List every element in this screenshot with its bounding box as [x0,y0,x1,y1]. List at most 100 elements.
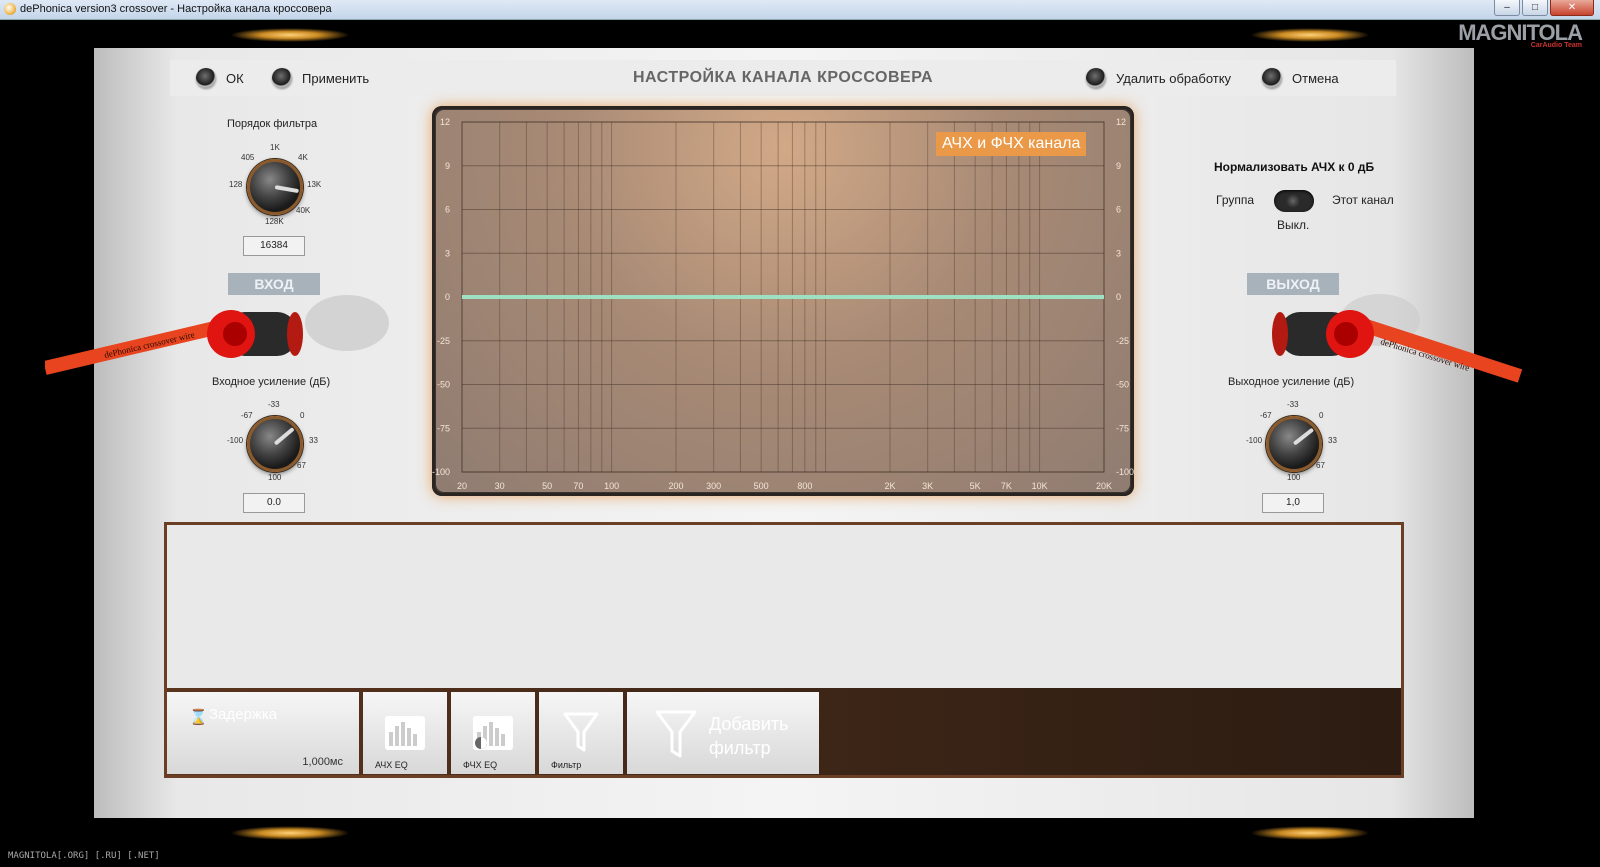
title-bar: dePhonica version3 crossover - Настройка… [0,0,1600,20]
filter-order-tick: 128K [265,217,284,226]
input-gain-value[interactable]: 0.0 [243,493,305,513]
delay-value: 1,000мс [302,756,343,768]
filter-order-tick: 40K [296,206,311,215]
x-tick-label: 50 [542,481,552,491]
filter-order-tick: 1K [270,143,280,152]
bottom-left-glow [230,826,350,840]
input-gain-tick: -100 [227,436,244,445]
normalize-group-label: Группа [1216,193,1255,207]
input-gain-tick: 100 [268,473,282,482]
y-tick-label: 3 [445,248,450,258]
hourglass-icon: ⌛ [189,709,208,726]
filter-order-tick: 405 [241,153,255,162]
top-right-glow [1250,28,1370,42]
filter-order-tick: 13K [307,180,322,189]
x-tick-label: 30 [495,481,505,491]
x-tick-label: 70 [573,481,583,491]
x-tick-label: 300 [706,481,721,491]
output-gain-tick: -33 [1287,400,1299,409]
freq-eq-slot[interactable]: АЧХ EQ [363,692,447,774]
knob-pointer [274,185,299,194]
cancel-button[interactable]: Отмена [1262,65,1339,91]
y-tick-label: 6 [445,205,450,215]
dialog-panel: ОК Применить НАСТРОЙКА КАНАЛА КРОССОВЕРА… [94,48,1474,818]
top-left-glow [230,28,350,42]
normalize-title: Нормализовать АЧХ к 0 дБ [1214,160,1375,174]
filter-order-tick: 4K [298,153,308,162]
app-icon [4,3,16,15]
graph-badge: АЧХ и ФЧХ канала [936,132,1087,156]
output-gain-tick: 100 [1287,473,1301,482]
normalize-toggle[interactable] [1274,190,1314,212]
maximize-icon[interactable]: □ [1522,0,1548,16]
logo: MAGNITOLA CarAudio Team [1458,20,1583,49]
delay-label: Задержка [209,706,278,723]
add-filter-line1: Добавить [709,714,789,734]
y-tick-label: 0 [1116,292,1121,302]
x-tick-label: 20K [1096,481,1112,491]
filter-label: Фильтр [551,760,582,770]
radio-icon [1262,68,1282,88]
knob-pointer [1292,427,1315,446]
filter-order-knob[interactable] [247,159,303,215]
chain-slot-bar: ⌛ Задержка 1,000мс АЧХ EQ ФЧХ EQ Фильтр … [167,688,1401,775]
output-gain-tick: 33 [1328,436,1337,445]
toggle-knob-icon [1286,194,1300,208]
y-tick-label: -100 [1116,467,1134,477]
y-tick-label: -50 [437,380,450,390]
y-tick-label: -50 [1116,380,1129,390]
y-tick-label: -25 [1116,336,1129,346]
phase-eq-slot[interactable]: ФЧХ EQ [451,692,535,774]
y-tick-label: 3 [1116,248,1121,258]
remove-label: Удалить обработку [1116,70,1232,86]
filter-order-value[interactable]: 16384 [243,236,305,256]
frequency-response-panel: 12 9 6 3 0 -25 -50 -75 -100 12 9 6 3 0 -25 -50 -75 -100 … [432,106,1134,496]
normalize-state: Выкл. [1277,218,1310,232]
radio-icon [1086,68,1106,88]
bottom-right-glow [1250,826,1370,840]
window-controls: – □ ✕ [1494,0,1594,18]
funnel-icon [563,712,599,752]
x-tick-label: 500 [754,481,769,491]
frequency-response-chart: 129630-25-50-75-100 129630-25-50-75-100 … [432,117,1134,491]
y-tick-label: -100 [432,467,450,477]
add-filter-button[interactable]: Добавить фильтр [627,692,819,774]
output-gain-tick: 0 [1319,411,1324,420]
remove-processing-button[interactable]: Удалить обработку [1086,65,1231,91]
output-gain-tick: -67 [1260,411,1272,420]
x-tick-label: 100 [604,481,619,491]
input-gain-tick: 0 [300,411,305,420]
add-filter-label: Добавить фильтр [709,712,789,760]
x-tick-label: 20 [457,481,467,491]
phase-eq-label: ФЧХ EQ [463,760,498,770]
x-tick-label: 3K [922,481,933,491]
dialog-toolbar: ОК Применить НАСТРОЙКА КАНАЛА КРОССОВЕРА… [170,60,1396,96]
x-tick-label: 800 [797,481,812,491]
input-gain-tick: -33 [268,400,280,409]
processing-chain: ⌛ Задержка 1,000мс АЧХ EQ ФЧХ EQ Фильтр … [164,522,1404,778]
add-filter-line2: фильтр [709,738,771,758]
minimize-icon[interactable]: – [1494,0,1520,16]
input-cable: dePhonica crossover wire [45,295,389,375]
close-icon[interactable]: ✕ [1550,0,1594,16]
filter-slot[interactable]: Фильтр [539,692,623,774]
footer-text: MAGNITOLA[.ORG] [.RU] [.NET] [8,851,160,861]
input-gain-tick: 67 [297,461,306,470]
output-gain-knob[interactable] [1266,416,1322,472]
input-gain-tick: 33 [309,436,318,445]
y-tick-label: 0 [445,292,450,302]
output-gain-value[interactable]: 1,0 [1262,493,1324,513]
x-tick-label: 10K [1032,481,1048,491]
output-cable: dePhonica crossover wire [1272,294,1523,383]
input-gain-knob[interactable] [247,416,303,472]
y-tick-label: 9 [1116,161,1121,171]
filter-order-label: Порядок фильтра [227,118,318,130]
y-tick-label: -75 [437,423,450,433]
bar-chart-icon [385,716,425,750]
delay-slot[interactable]: ⌛ Задержка 1,000мс [167,692,359,774]
input-gain-tick: -67 [241,411,253,420]
y-tick-label: 12 [440,117,450,127]
phase-chart-icon [473,716,513,750]
x-tick-label: 7K [1001,481,1012,491]
output-gain-tick: -100 [1246,436,1263,445]
